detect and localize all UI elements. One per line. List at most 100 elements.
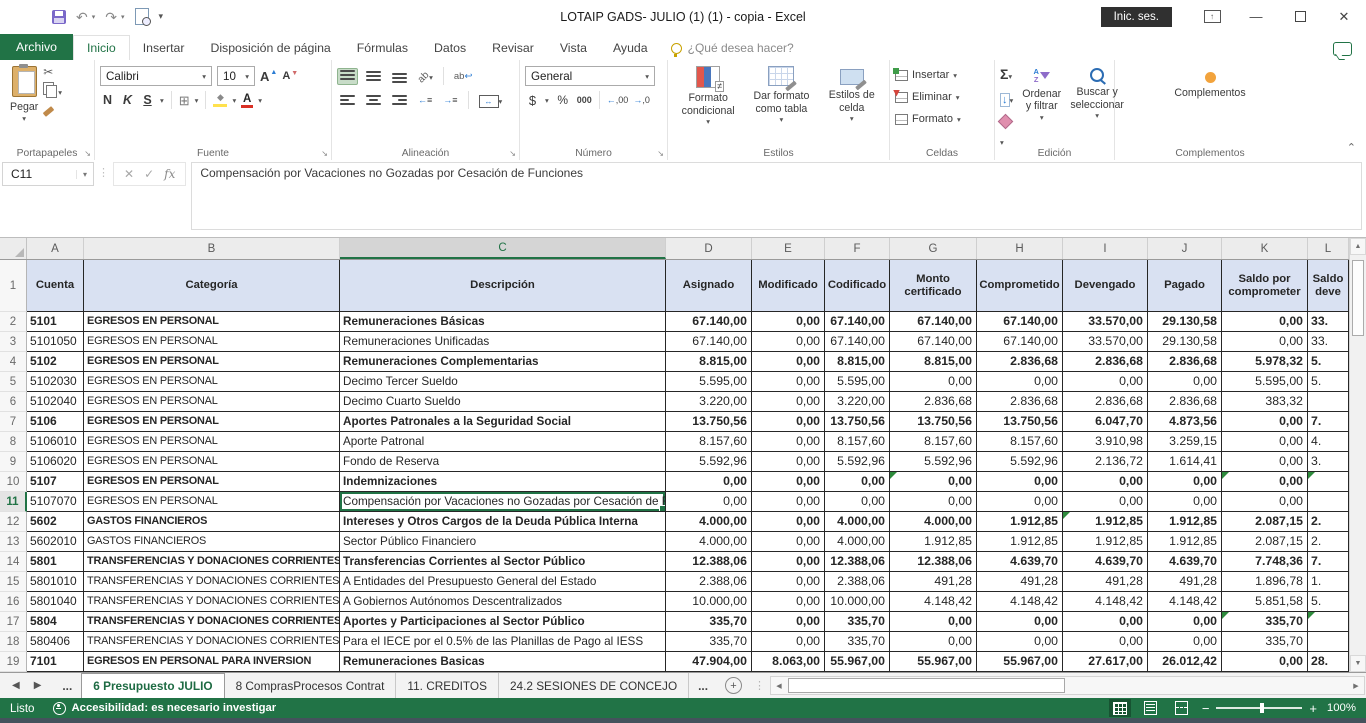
cell-K11[interactable]: 0,00	[1222, 492, 1308, 512]
copy-icon[interactable]: ▾	[43, 82, 62, 100]
cell-H9[interactable]: 5.592,96	[977, 452, 1063, 472]
cell-J7[interactable]: 4.873,56	[1148, 412, 1222, 432]
paste-button[interactable]: Pegar▾	[5, 64, 43, 144]
cell-E8[interactable]: 0,00	[752, 432, 825, 452]
format-as-table-button[interactable]: Dar formato como tabla▾	[743, 64, 819, 144]
cell-E14[interactable]: 0,00	[752, 552, 825, 572]
cell-H12[interactable]: 1.912,85	[977, 512, 1063, 532]
cell-A4[interactable]: 5102	[27, 352, 84, 372]
cell-H15[interactable]: 491,28	[977, 572, 1063, 592]
cell-L10[interactable]	[1308, 472, 1349, 492]
cut-icon[interactable]: ✂	[43, 66, 62, 78]
cell-K2[interactable]: 0,00	[1222, 312, 1308, 332]
number-format-select[interactable]: General▾	[525, 66, 655, 86]
cell-B14[interactable]: TRANSFERENCIAS Y DONACIONES CORRIENTES	[84, 552, 340, 572]
cancel-entry-icon[interactable]: ✕	[124, 167, 134, 181]
cell-E7[interactable]: 0,00	[752, 412, 825, 432]
decrease-decimal-icon[interactable]: →,0	[633, 95, 650, 105]
cell-D13[interactable]: 4.000,00	[666, 532, 752, 552]
format-cells-button[interactable]: Formato▾	[895, 108, 989, 130]
cell-K6[interactable]: 383,32	[1222, 392, 1308, 412]
cell-D10[interactable]: 0,00	[666, 472, 752, 492]
cell-A9[interactable]: 5106020	[27, 452, 84, 472]
cell-D12[interactable]: 4.000,00	[666, 512, 752, 532]
cell-J18[interactable]: 0,00	[1148, 632, 1222, 652]
zoom-slider-thumb[interactable]	[1260, 703, 1264, 713]
column-header-F[interactable]: F	[825, 238, 890, 259]
cell-H18[interactable]: 0,00	[977, 632, 1063, 652]
cell-B12[interactable]: GASTOS FINANCIEROS	[84, 512, 340, 532]
insert-function-icon[interactable]: fx	[164, 167, 175, 181]
zoom-level[interactable]: 100%	[1324, 702, 1356, 714]
cell-F6[interactable]: 3.220,00	[825, 392, 890, 412]
cell-F19[interactable]: 55.967,00	[825, 652, 890, 672]
cell-H14[interactable]: 4.639,70	[977, 552, 1063, 572]
column-header-H[interactable]: H	[977, 238, 1063, 259]
cell-K13[interactable]: 2.087,15	[1222, 532, 1308, 552]
cell-E10[interactable]: 0,00	[752, 472, 825, 492]
cell-I16[interactable]: 4.148,42	[1063, 592, 1148, 612]
cell-I4[interactable]: 2.836,68	[1063, 352, 1148, 372]
cell-B2[interactable]: EGRESOS EN PERSONAL	[84, 312, 340, 332]
cell-H19[interactable]: 55.967,00	[977, 652, 1063, 672]
sheet-tab-24-2-sesiones-de-concejo[interactable]: 24.2 SESIONES DE CONCEJO	[499, 673, 689, 698]
row-header-2[interactable]: 2	[0, 312, 27, 332]
cell-F17[interactable]: 335,70	[825, 612, 890, 632]
cell-F7[interactable]: 13.750,56	[825, 412, 890, 432]
cell-G8[interactable]: 8.157,60	[890, 432, 977, 452]
cell-B19[interactable]: EGRESOS EN PERSONAL PARA INVERSION	[84, 652, 340, 672]
confirm-entry-icon[interactable]: ✓	[144, 167, 154, 181]
cell-L9[interactable]: 3.	[1308, 452, 1349, 472]
cell-I11[interactable]: 0,00	[1063, 492, 1148, 512]
row-header-15[interactable]: 15	[0, 572, 27, 592]
decrease-indent-button[interactable]: ←≡	[415, 93, 435, 107]
formula-input[interactable]: Compensación por Vacaciones no Gozadas p…	[191, 162, 1362, 230]
column-header-J[interactable]: J	[1148, 238, 1222, 259]
ribbon-tab-insertar[interactable]: Insertar	[130, 36, 198, 60]
row-header-13[interactable]: 13	[0, 532, 27, 552]
dialog-launcher-icon[interactable]: ↘	[84, 149, 91, 158]
cell-C9[interactable]: Fondo de Reserva	[340, 452, 666, 472]
cell-J4[interactable]: 2.836,68	[1148, 352, 1222, 372]
scroll-up-icon[interactable]: ▲	[1350, 238, 1366, 255]
cell-G2[interactable]: 67.140,00	[890, 312, 977, 332]
cell-G13[interactable]: 1.912,85	[890, 532, 977, 552]
cell-D15[interactable]: 2.388,06	[666, 572, 752, 592]
cell-G6[interactable]: 2.836,68	[890, 392, 977, 412]
column-header-E[interactable]: E	[752, 238, 825, 259]
cell-D7[interactable]: 13.750,56	[666, 412, 752, 432]
row-header-5[interactable]: 5	[0, 372, 27, 392]
cell-C10[interactable]: Indemnizaciones	[340, 472, 666, 492]
header-cell-G1[interactable]: Monto certificado	[890, 260, 977, 312]
cell-C6[interactable]: Decimo Cuarto Sueldo	[340, 392, 666, 412]
cell-C17[interactable]: Aportes y Participaciones al Sector Públ…	[340, 612, 666, 632]
orientation-button[interactable]: ab▾	[415, 65, 436, 87]
cell-H4[interactable]: 2.836,68	[977, 352, 1063, 372]
cell-G16[interactable]: 4.148,42	[890, 592, 977, 612]
cell-C16[interactable]: A Gobiernos Autónomos Descentralizados	[340, 592, 666, 612]
cell-E9[interactable]: 0,00	[752, 452, 825, 472]
increase-font-icon[interactable]: A▲	[260, 69, 277, 84]
zoom-in-icon[interactable]: +	[1309, 702, 1317, 715]
scroll-left-icon[interactable]: ◀	[771, 677, 787, 694]
cell-I9[interactable]: 2.136,72	[1063, 452, 1148, 472]
decrease-font-icon[interactable]: A▼	[282, 70, 298, 82]
cell-B4[interactable]: EGRESOS EN PERSONAL	[84, 352, 340, 372]
row-header-19[interactable]: 19	[0, 652, 27, 672]
align-center-button[interactable]	[363, 92, 384, 109]
cell-H10[interactable]: 0,00	[977, 472, 1063, 492]
cell-I3[interactable]: 33.570,00	[1063, 332, 1148, 352]
cell-B9[interactable]: EGRESOS EN PERSONAL	[84, 452, 340, 472]
cell-L17[interactable]	[1308, 612, 1349, 632]
cell-H8[interactable]: 8.157,60	[977, 432, 1063, 452]
row-header-18[interactable]: 18	[0, 632, 27, 652]
cell-E19[interactable]: 8.063,00	[752, 652, 825, 672]
cell-J16[interactable]: 4.148,42	[1148, 592, 1222, 612]
cell-H13[interactable]: 1.912,85	[977, 532, 1063, 552]
cell-I17[interactable]: 0,00	[1063, 612, 1148, 632]
cell-B7[interactable]: EGRESOS EN PERSONAL	[84, 412, 340, 432]
cell-D8[interactable]: 8.157,60	[666, 432, 752, 452]
cell-D16[interactable]: 10.000,00	[666, 592, 752, 612]
cell-J11[interactable]: 0,00	[1148, 492, 1222, 512]
fill-button[interactable]: ↓▾	[1000, 90, 1013, 108]
